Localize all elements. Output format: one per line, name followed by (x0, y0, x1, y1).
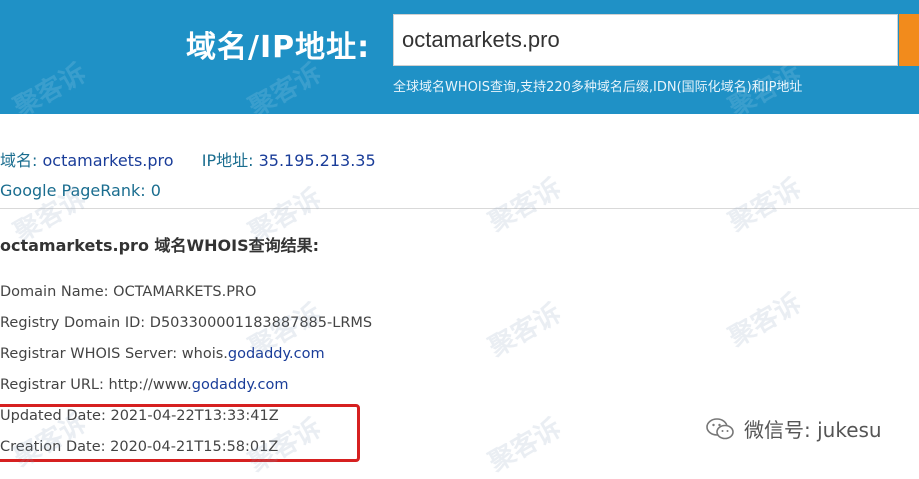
record-label: Registrar URL: (0, 377, 104, 393)
registrar-url-link[interactable]: godaddy.com (192, 377, 289, 393)
whois-server-link[interactable]: godaddy.com (228, 346, 325, 362)
record-registrar-url: Registrar URL: http://www.godaddy.com (0, 375, 372, 406)
record-value-prefix: whois. (181, 346, 228, 362)
record-value-prefix: http://www. (108, 377, 192, 393)
record-value: OCTAMARKETS.PRO (113, 284, 257, 300)
highlight-box (0, 404, 360, 462)
domain-value: octamarkets.pro (42, 151, 174, 170)
watermark: 聚客诉 (483, 413, 567, 479)
search-button[interactable] (899, 14, 919, 66)
ip-value: 35.195.213.35 (258, 151, 376, 170)
result-title: octamarkets.pro 域名WHOIS查询结果: (0, 236, 320, 255)
watermark: 聚客诉 (723, 288, 807, 354)
watermark: 聚客诉 (483, 298, 567, 364)
ip-label: IP地址: (201, 151, 254, 170)
domain-label: 域名: (0, 151, 38, 170)
wechat-icon (706, 417, 734, 439)
pagerank-label: Google PageRank: (0, 181, 146, 200)
record-domain-name: Domain Name: OCTAMARKETS.PRO (0, 282, 372, 313)
header-description: 全球域名WHOIS查询,支持220多种域名后缀,IDN(国际化域名)和IP地址 (393, 80, 803, 95)
watermark: 聚客诉 (483, 173, 567, 239)
record-label: Domain Name: (0, 284, 109, 300)
wechat-id: 微信号: jukesu (744, 418, 882, 442)
record-registrar-whois-server: Registrar WHOIS Server: whois.godaddy.co… (0, 344, 372, 375)
search-label: 域名/IP地址: (186, 30, 371, 65)
record-label: Registry Domain ID: (0, 315, 146, 331)
wechat-badge: 微信号: jukesu (706, 414, 882, 443)
search-input[interactable] (393, 14, 898, 66)
domain-info: 域名: octamarkets.pro IP地址: 35.195.213.35 … (0, 150, 376, 210)
divider (0, 208, 919, 209)
search-header: 域名/IP地址: 全球域名WHOIS查询,支持220多种域名后缀,IDN(国际化… (0, 0, 919, 114)
watermark: 聚客诉 (723, 173, 807, 239)
pagerank-value: 0 (150, 181, 161, 200)
record-label: Registrar WHOIS Server: (0, 346, 178, 362)
record-registry-domain-id: Registry Domain ID: D503300001183887885-… (0, 313, 372, 344)
record-value: D503300001183887885-LRMS (149, 315, 373, 331)
